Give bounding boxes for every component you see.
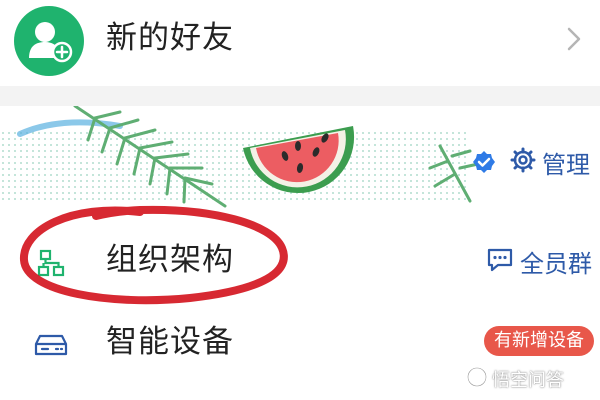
manage-label: 管理 [542, 150, 590, 179]
org-chart-icon [36, 248, 66, 282]
smart-devices-label: 智能设备 [106, 324, 234, 360]
manage-button[interactable]: 管理 [510, 144, 590, 180]
new-device-badge: 有新增设备 [484, 326, 594, 356]
device-icon [34, 332, 68, 362]
verified-badge-icon [472, 150, 496, 178]
chevron-right-icon [566, 26, 582, 56]
gear-icon [510, 147, 536, 177]
add-contact-icon [14, 6, 84, 76]
new-friends-row[interactable] [0, 0, 600, 86]
watermark-logo-icon [466, 366, 488, 392]
all-members-group-button[interactable]: 全员群 [486, 244, 592, 279]
new-friends-label: 新的好友 [106, 20, 234, 56]
section-divider [0, 86, 600, 106]
watermark-text: 悟空问答 [492, 370, 564, 391]
chat-bubble-icon [486, 247, 514, 277]
org-structure-label: 组织架构 [106, 242, 234, 278]
watermark: 悟空问答 [466, 366, 564, 392]
all-members-group-label: 全员群 [520, 250, 592, 278]
